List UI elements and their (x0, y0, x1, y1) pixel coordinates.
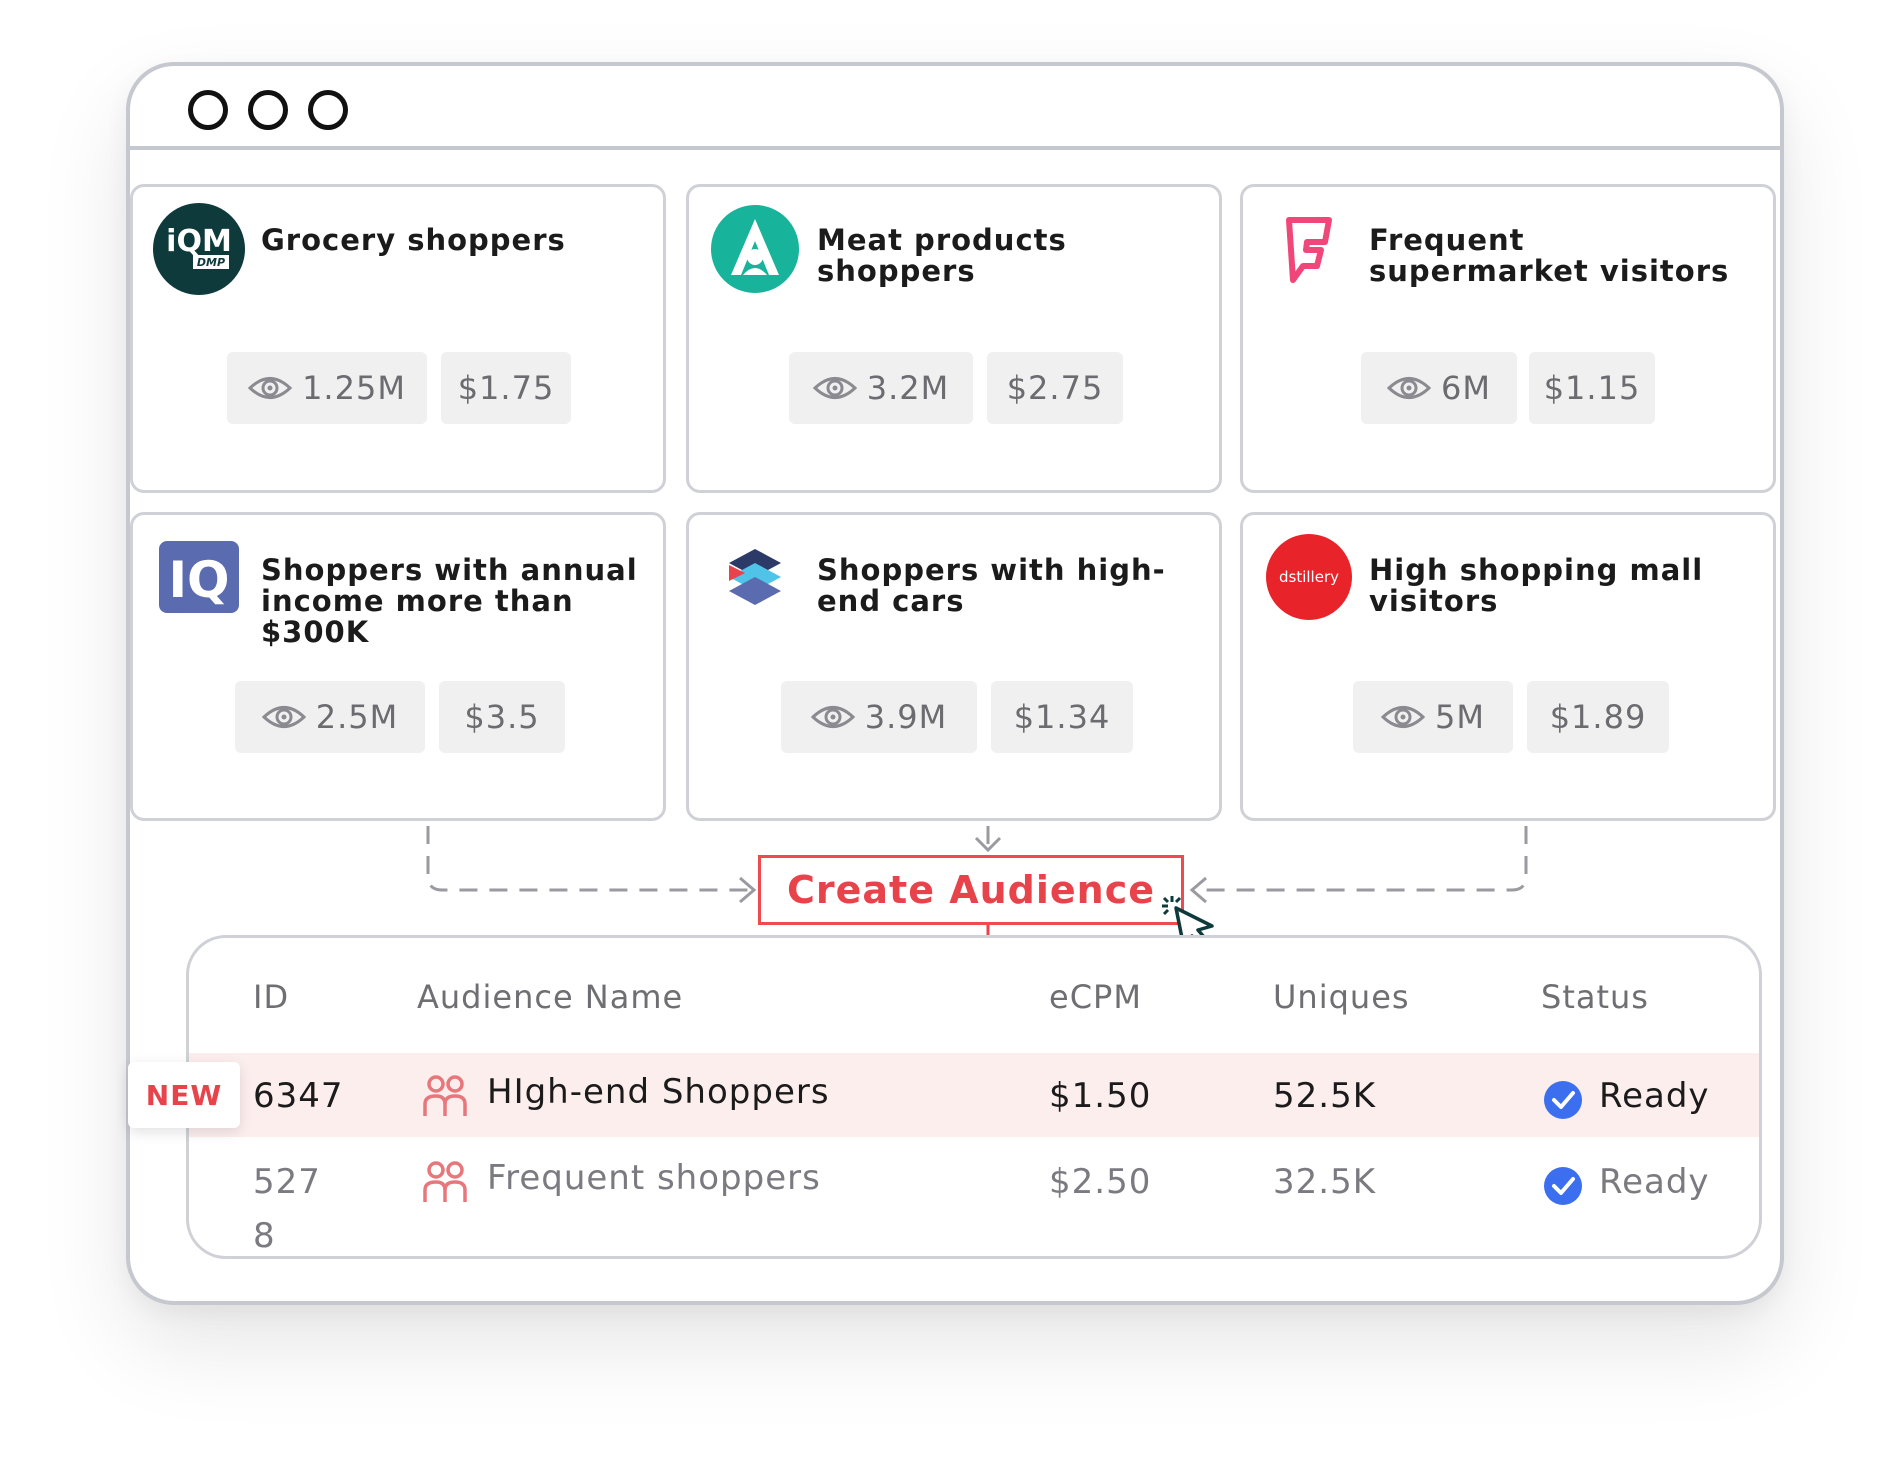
row-id-line2: 8 (253, 1216, 276, 1256)
row-status: Ready (1599, 1076, 1710, 1116)
row-ecpm: $2.50 (1049, 1162, 1152, 1202)
row-uniques: 52.5K (1273, 1076, 1376, 1116)
row-id: 6347 (253, 1076, 344, 1116)
new-badge: NEW (128, 1062, 240, 1128)
row-ecpm: $1.50 (1049, 1076, 1152, 1116)
column-header-status[interactable]: Status (1541, 978, 1649, 1016)
people-icon (421, 1074, 469, 1122)
row-uniques: 32.5K (1273, 1162, 1376, 1202)
column-header-ecpm[interactable]: eCPM (1049, 978, 1142, 1016)
audience-table: ID Audience Name eCPM Uniques Status 634… (186, 935, 1762, 1259)
people-icon (421, 1160, 469, 1208)
create-audience-button[interactable]: Create Audience (758, 855, 1184, 925)
column-header-id[interactable]: ID (253, 978, 289, 1016)
check-circle-icon (1544, 1081, 1582, 1119)
check-circle-icon (1544, 1167, 1582, 1205)
column-header-name[interactable]: Audience Name (417, 978, 683, 1016)
row-name: HIgh-end Shoppers (487, 1072, 830, 1112)
row-name: Frequent shoppers (487, 1158, 821, 1198)
row-id-line1: 527 (253, 1162, 321, 1202)
row-status: Ready (1599, 1162, 1710, 1202)
column-header-uniques[interactable]: Uniques (1273, 978, 1410, 1016)
